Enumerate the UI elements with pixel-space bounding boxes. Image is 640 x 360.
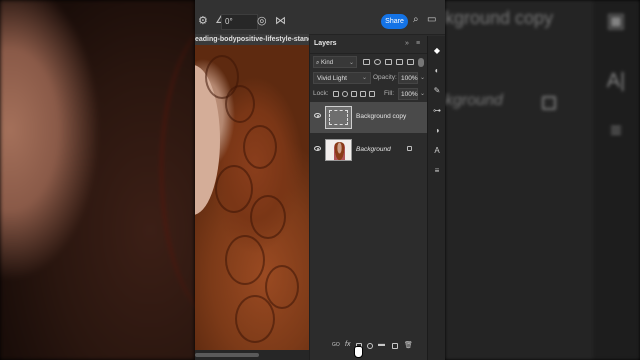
brush-settings-icon[interactable]: ◎ bbox=[257, 14, 267, 27]
layer-row-background[interactable]: Background bbox=[310, 135, 427, 166]
character-icon[interactable]: ◑ bbox=[432, 126, 442, 136]
tool-rail: ◆ ◐ ✎ ⊶ ◑ A ≡ bbox=[427, 36, 445, 360]
chevron-down-icon: ⌄ bbox=[361, 75, 367, 81]
lock-transparency-icon[interactable] bbox=[333, 91, 339, 97]
eye-icon[interactable] bbox=[314, 113, 321, 118]
trash-icon[interactable]: 🗑 bbox=[404, 341, 413, 349]
panel-menu-icon[interactable]: ≡ bbox=[416, 40, 420, 47]
lock-artboard-icon[interactable] bbox=[360, 91, 366, 97]
thumbnail-person bbox=[334, 142, 345, 160]
opacity-field[interactable]: 100% bbox=[398, 72, 418, 84]
chevron-down-icon[interactable]: ⌄ bbox=[420, 90, 425, 97]
gear-icon[interactable]: ⚙ bbox=[198, 14, 208, 27]
layer-row-background-copy[interactable]: Background copy bbox=[310, 102, 427, 133]
type-filter-icon[interactable] bbox=[385, 59, 392, 65]
document-tab[interactable]: eading-bodypositive-lifestyle-standin bbox=[195, 34, 309, 45]
panel-title[interactable]: Layers bbox=[314, 40, 337, 47]
horizontal-scrollbar[interactable] bbox=[195, 350, 309, 360]
hair-curl bbox=[215, 165, 253, 213]
ghost-stamp-icon: ▣ bbox=[606, 10, 626, 32]
ghost-text-icon: A| bbox=[606, 70, 626, 92]
hair-curl bbox=[225, 85, 255, 123]
hair-curl bbox=[250, 195, 286, 239]
panel-footer: GO fx ▬ 🗑 bbox=[310, 339, 427, 353]
brush-icon[interactable]: ✎ bbox=[432, 86, 442, 96]
fill-label: Fill: bbox=[384, 90, 395, 97]
eye-icon[interactable] bbox=[314, 146, 321, 151]
layer-thumbnail[interactable] bbox=[325, 139, 352, 161]
new-layer-icon[interactable] bbox=[392, 343, 398, 349]
adjustments-icon[interactable]: ⊶ bbox=[432, 106, 442, 116]
ghost-layer-title: kground copy bbox=[445, 8, 554, 28]
collapse-icon[interactable]: » bbox=[405, 40, 409, 47]
chevron-down-icon[interactable]: ⌄ bbox=[420, 74, 425, 81]
adjustment-filter-icon[interactable] bbox=[374, 59, 381, 65]
share-button[interactable]: Share bbox=[381, 14, 408, 29]
type-icon[interactable]: A bbox=[432, 146, 442, 156]
lock-label: Lock: bbox=[313, 90, 329, 97]
filter-row: ⌕ Kind ⌄ bbox=[310, 56, 427, 69]
ghost-layer-name: kground bbox=[445, 92, 503, 109]
smart-object-filter-icon[interactable] bbox=[407, 59, 414, 65]
blend-row: Vivid Light ⌄ Opacity: 100% ⌄ bbox=[310, 72, 427, 85]
hand-cursor-icon bbox=[354, 346, 363, 358]
filter-kind-select[interactable]: ⌕ Kind ⌄ bbox=[313, 56, 357, 68]
lock-all-icon[interactable] bbox=[369, 91, 375, 97]
shape-filter-icon[interactable] bbox=[396, 59, 403, 65]
search-icon[interactable]: ⌕ bbox=[413, 14, 419, 25]
pixel-filter-icon[interactable] bbox=[363, 59, 370, 65]
fill-field[interactable]: 100% bbox=[398, 88, 418, 100]
filter-kind-label: Kind bbox=[321, 60, 334, 66]
document-canvas[interactable] bbox=[195, 45, 309, 350]
lock-position-icon[interactable] bbox=[351, 91, 357, 97]
hair-curl bbox=[225, 235, 265, 285]
workspace-icon[interactable]: ▭ bbox=[427, 14, 436, 25]
blend-mode-select[interactable]: Vivid Light ⌄ bbox=[313, 72, 371, 84]
background-blur-left bbox=[0, 0, 195, 360]
folder-icon[interactable]: ▬ bbox=[378, 341, 385, 348]
layers-icon[interactable]: ◆ bbox=[432, 46, 442, 56]
ghost-adjust-icon: ≡ bbox=[610, 120, 622, 142]
panel-header: Layers » ≡ bbox=[310, 36, 427, 54]
hair-curl bbox=[235, 295, 275, 343]
options-bar: ⚙ ∠ 0° ◎ ⋈ Share ⌕ ▭ bbox=[195, 0, 445, 35]
layer-thumbnail[interactable] bbox=[325, 106, 352, 129]
layers-panel: Layers » ≡ ⌕ Kind ⌄ Vivid Light ⌄ Opacit… bbox=[309, 36, 427, 360]
adjustment-layer-icon[interactable] bbox=[367, 343, 373, 349]
photoshop-window: ⚙ ∠ 0° ◎ ⋈ Share ⌕ ▭ eading-bodypositive… bbox=[195, 0, 445, 360]
hair-curl bbox=[243, 125, 277, 169]
layer-name[interactable]: Background bbox=[356, 146, 391, 153]
angle-field[interactable]: 0° bbox=[221, 14, 258, 30]
ghost-tool-rail bbox=[593, 0, 640, 360]
ghost-lock-icon bbox=[542, 96, 556, 110]
lock-icon[interactable] bbox=[407, 146, 412, 151]
symmetry-icon[interactable]: ⋈ bbox=[275, 14, 286, 27]
sliders-icon[interactable]: ≡ bbox=[432, 166, 442, 176]
filter-toggle[interactable] bbox=[418, 58, 424, 67]
link-layers-label[interactable]: GO bbox=[332, 342, 340, 348]
scrollbar-thumb[interactable] bbox=[195, 353, 259, 357]
layer-name[interactable]: Background copy bbox=[356, 113, 406, 120]
chevron-down-icon: ⌄ bbox=[348, 60, 354, 66]
opacity-label: Opacity: bbox=[373, 74, 397, 81]
background-blur-right: kground copy kground ▣ A| ≡ bbox=[445, 0, 640, 360]
fx-label[interactable]: fx bbox=[345, 341, 350, 348]
lock-row: Lock: Fill: 100% ⌄ bbox=[310, 88, 427, 101]
properties-icon[interactable]: ◐ bbox=[432, 66, 442, 76]
lock-pixels-icon[interactable] bbox=[342, 91, 348, 97]
blend-mode-label: Vivid Light bbox=[317, 75, 347, 82]
